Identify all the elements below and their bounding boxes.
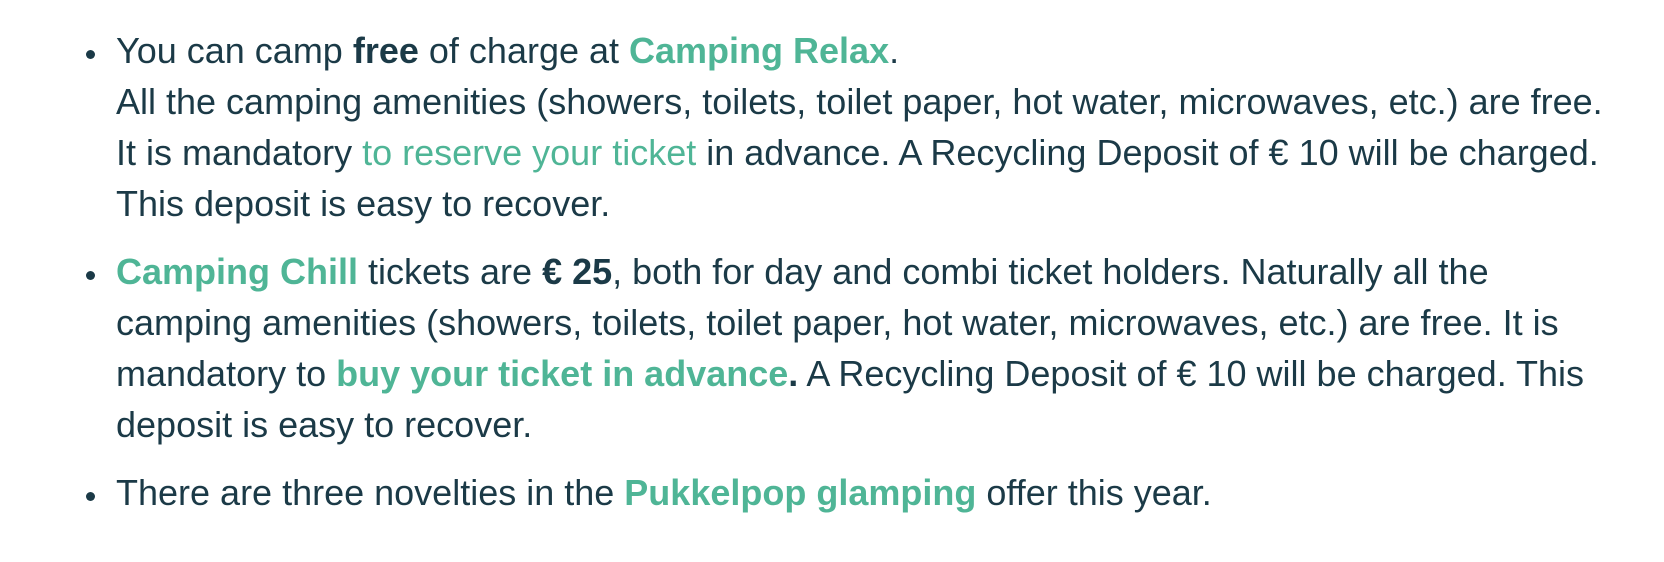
- reserve-ticket-link[interactable]: to reserve your ticket: [362, 132, 696, 173]
- item-text: You can camp: [116, 30, 353, 71]
- list-item-glamping: There are three novelties in the Pukkelp…: [86, 467, 1616, 518]
- item-text: .: [889, 30, 900, 71]
- buy-ticket-link[interactable]: buy your ticket in advance: [336, 353, 788, 394]
- camping-chill-link[interactable]: Camping Chill: [116, 251, 358, 292]
- item-text: of charge at: [418, 30, 630, 71]
- price-emphasis: € 25: [542, 251, 613, 292]
- item-text: .: [788, 353, 799, 394]
- item-text: tickets are: [358, 251, 543, 292]
- camping-info-list: You can camp free of charge at Camping R…: [86, 25, 1616, 518]
- item-text: There are three novelties in the: [116, 472, 625, 513]
- camping-info-content: You can camp free of charge at Camping R…: [86, 25, 1616, 535]
- pukkelpop-glamping-link[interactable]: Pukkelpop glamping: [624, 472, 976, 513]
- list-item-camping-chill: Camping Chill tickets are € 25, both for…: [86, 246, 1616, 450]
- camping-relax-link[interactable]: Camping Relax: [629, 30, 889, 71]
- list-item-camping-relax: You can camp free of charge at Camping R…: [86, 25, 1616, 229]
- item-text: offer this year.: [976, 472, 1212, 513]
- free-emphasis: free: [352, 30, 419, 71]
